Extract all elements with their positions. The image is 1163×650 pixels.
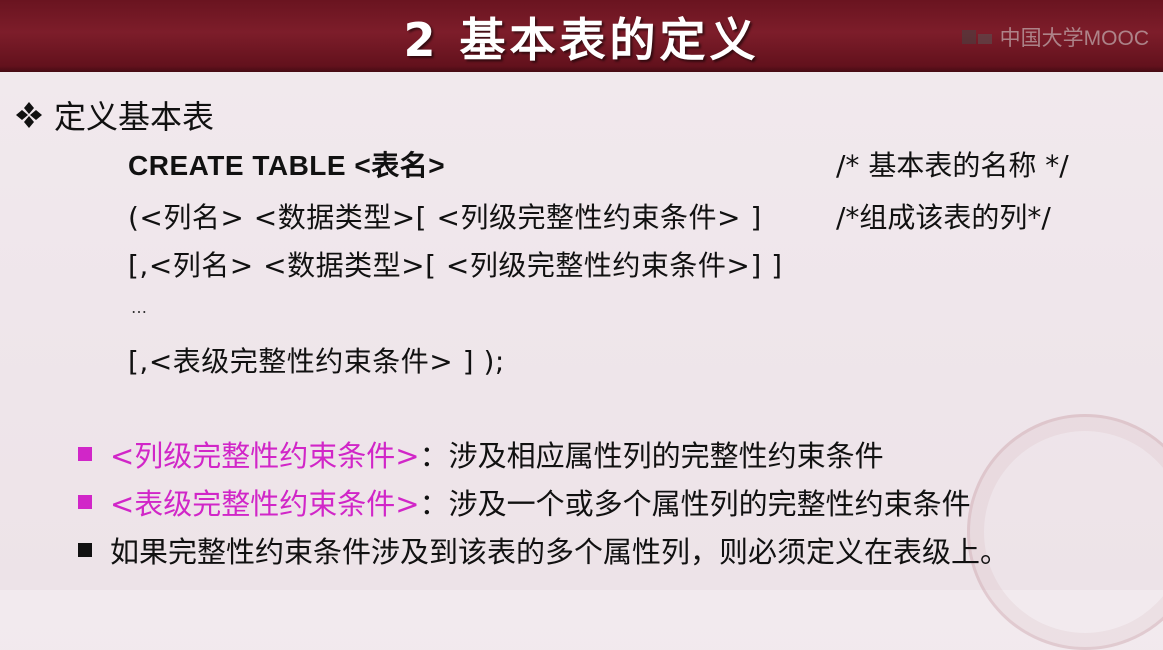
syntax-line-column-def: (<列名> <数据类型>[ <列级完整性约束条件> ] xyxy=(128,201,762,234)
bullet-term: <列级完整性约束条件> xyxy=(110,439,420,473)
syntax-line-more-columns: [,<列名> <数据类型>[ <列级完整性约束条件>] ] xyxy=(128,249,783,282)
bullet-column-constraint: <列级完整性约束条件> ：涉及相应属性列的完整性约束条件 xyxy=(78,433,884,475)
heading-text: 定义基本表 xyxy=(54,98,215,136)
bullet-multi-column-rule: 如果完整性约束条件涉及到该表的多个属性列，则必须定义在表级上。 xyxy=(78,529,1009,571)
four-diamond-bullet-icon xyxy=(16,102,42,128)
section-heading: 定义基本表 xyxy=(14,92,214,138)
bullet-desc: ：涉及一个或多个属性列的完整性约束条件 xyxy=(419,487,971,521)
mooc-watermark: 中国大学MOOC xyxy=(960,22,1149,52)
syntax-line-create-table: CREATE TABLE <表名> xyxy=(128,150,446,181)
bullet-table-constraint: <表级完整性约束条件> ：涉及一个或多个属性列的完整性约束条件 xyxy=(78,481,971,523)
syntax-comment-table-name: /* 基本表的名称 */ xyxy=(836,149,1069,182)
bullet-term: <表级完整性约束条件> xyxy=(110,487,420,521)
mooc-logo-icon xyxy=(961,30,992,44)
watermark-text: 中国大学MOOC xyxy=(999,27,1149,50)
syntax-ellipsis: … xyxy=(131,298,147,317)
slide-header: 2 基本表的定义 中国大学MOOC xyxy=(0,0,1163,72)
pink-square-bullet-icon xyxy=(78,495,92,509)
bullet-desc: ：涉及相应属性列的完整性约束条件 xyxy=(419,439,884,473)
syntax-line-table-constraint: [,<表级完整性约束条件> ] ); xyxy=(128,345,505,378)
bullet-desc: 如果完整性约束条件涉及到该表的多个属性列，则必须定义在表级上。 xyxy=(110,535,1010,569)
black-square-bullet-icon xyxy=(78,543,92,557)
syntax-comment-columns: /*组成该表的列*/ xyxy=(836,201,1051,234)
pink-square-bullet-icon xyxy=(78,447,92,461)
